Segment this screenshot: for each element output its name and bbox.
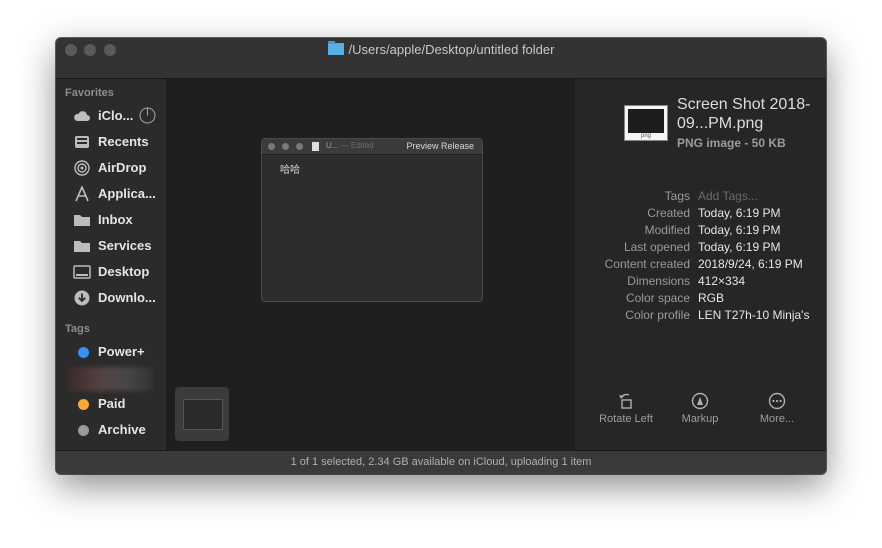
png-file-icon: png: [624, 105, 668, 141]
sidebar-item-label: Power+: [98, 344, 145, 359]
sidebar-item-label: Archive: [98, 422, 146, 437]
status-text: 1 of 1 selected, 2.34 GB available on iC…: [290, 456, 592, 468]
add-tags-field[interactable]: Add Tags...: [698, 189, 758, 203]
more-icon: [768, 392, 786, 410]
info-key: Color space: [625, 291, 690, 305]
file-thumbnail[interactable]: [175, 387, 229, 441]
info-row-tags: Tags Add Tags...: [576, 189, 826, 206]
mini-doc-title: U...: [326, 141, 339, 150]
info-row-dimensions: Dimensions 412×334: [576, 274, 826, 291]
sidebar-item-label: Inbox: [98, 212, 133, 227]
preview-pane: png Screen Shot 2018-09...PM.png PNG ima…: [576, 79, 826, 450]
applications-icon: [75, 186, 89, 202]
info-row-created: Created Today, 6:19 PM: [576, 206, 826, 223]
sidebar-item-downloads[interactable]: Downlo...: [56, 287, 166, 309]
rotate-left-icon: [619, 393, 632, 409]
markup-button[interactable]: Markup: [660, 392, 740, 425]
sidebar-item-inbox[interactable]: Inbox: [56, 209, 166, 231]
info-value: Today, 6:19 PM: [698, 206, 781, 220]
info-key: Modified: [644, 223, 690, 237]
desktop-icon: [73, 265, 91, 279]
folder-icon: [74, 241, 90, 252]
tag-color-dot: [78, 425, 89, 436]
sidebar-item-services[interactable]: Services: [56, 235, 166, 257]
tag-color-dot: [78, 347, 89, 358]
sidebar-item-airdrop[interactable]: AirDrop: [56, 157, 166, 179]
download-icon: [74, 290, 90, 306]
status-bar: 1 of 1 selected, 2.34 GB available on iC…: [56, 450, 826, 474]
action-label: More...: [759, 413, 795, 425]
folder-icon: [327, 41, 344, 55]
info-value: 412×334: [698, 274, 746, 288]
info-value: Today, 6:19 PM: [698, 223, 781, 237]
info-row-color-profile: Color profile LEN T27h-10 Minja's: [576, 308, 826, 325]
mini-app-name: Preview Release: [406, 141, 474, 151]
window-path: /Users/apple/Desktop/untitled folder: [348, 42, 555, 57]
info-key: Tags: [664, 189, 690, 203]
mini-title-bar: U... — Edited Preview Release: [262, 139, 482, 155]
info-value: 2018/9/24, 6:19 PM: [698, 257, 803, 271]
file-name: Screen Shot 2018-09...PM.png: [677, 96, 811, 132]
sidebar-item-recents[interactable]: Recents: [56, 131, 166, 153]
favorites-heading: Favorites: [65, 87, 114, 99]
rotate-left-button[interactable]: Rotate Left: [586, 392, 666, 425]
sidebar-item-label: Applica...: [98, 186, 156, 201]
tag-color-dot: [78, 399, 89, 410]
action-label: Rotate Left: [599, 413, 653, 425]
mini-edited: — Edited: [340, 141, 374, 150]
info-key: Last opened: [623, 240, 690, 254]
sidebar-item-desktop[interactable]: Desktop: [56, 261, 166, 283]
sidebar-item-label: Desktop: [98, 264, 150, 279]
gallery-preview-area: U... — Edited Preview Release 哈哈: [167, 79, 575, 450]
info-row-last-opened: Last opened Today, 6:19 PM: [576, 240, 826, 257]
sidebar-tag-archive[interactable]: Archive: [56, 419, 166, 441]
window-title: /Users/apple/Desktop/untitled folder: [56, 41, 826, 59]
sidebar-item-label: Paid: [98, 396, 126, 411]
sidebar-item-icloud[interactable]: iClo...: [56, 105, 166, 127]
sidebar-item-label: Recents: [98, 134, 149, 149]
sidebar-tag-paid[interactable]: Paid: [56, 393, 166, 415]
title-bar: /Users/apple/Desktop/untitled folder: [56, 38, 826, 79]
sidebar-item-label: iClo...: [98, 108, 134, 123]
sidebar-item-applications[interactable]: Applica...: [56, 183, 166, 205]
finder-window: /Users/apple/Desktop/untitled folder Fav…: [56, 38, 826, 474]
info-key: Content created: [604, 257, 690, 271]
markup-icon: [691, 392, 709, 410]
info-key: Color profile: [625, 308, 690, 322]
more-button[interactable]: More...: [737, 392, 817, 425]
upload-progress-icon: [139, 107, 156, 124]
sidebar: Favorites iClo... Recents AirDrop Applic…: [56, 79, 167, 450]
sidebar-item-label: AirDrop: [98, 160, 147, 175]
folder-icon: [74, 215, 90, 226]
sidebar-item-label: Downlo...: [98, 290, 156, 305]
file-type: PNG image - 50 KB: [677, 136, 786, 150]
info-row-modified: Modified Today, 6:19 PM: [576, 223, 826, 240]
sidebar-tag-power[interactable]: Power+: [56, 341, 166, 363]
tags-heading: Tags: [65, 323, 90, 335]
action-label: Markup: [681, 413, 719, 425]
info-row-color-space: Color space RGB: [576, 291, 826, 308]
info-key: Created: [647, 206, 690, 220]
sidebar-item-label: Services: [98, 238, 152, 253]
preview-image: U... — Edited Preview Release 哈哈: [261, 138, 483, 302]
info-value: LEN T27h-10 Minja's: [698, 308, 810, 322]
info-value: RGB: [698, 291, 725, 305]
document-icon: [312, 142, 319, 151]
cloud-icon: [74, 111, 90, 121]
redacted-tag: [68, 367, 152, 391]
file-icon-label: png: [640, 133, 651, 139]
info-row-content-created: Content created 2018/9/24, 6:19 PM: [576, 257, 826, 274]
clock-icon: [75, 136, 89, 148]
mini-content-text: 哈哈: [280, 165, 300, 176]
airdrop-icon: [74, 160, 90, 176]
info-value: Today, 6:19 PM: [698, 240, 781, 254]
info-key: Dimensions: [627, 274, 690, 288]
